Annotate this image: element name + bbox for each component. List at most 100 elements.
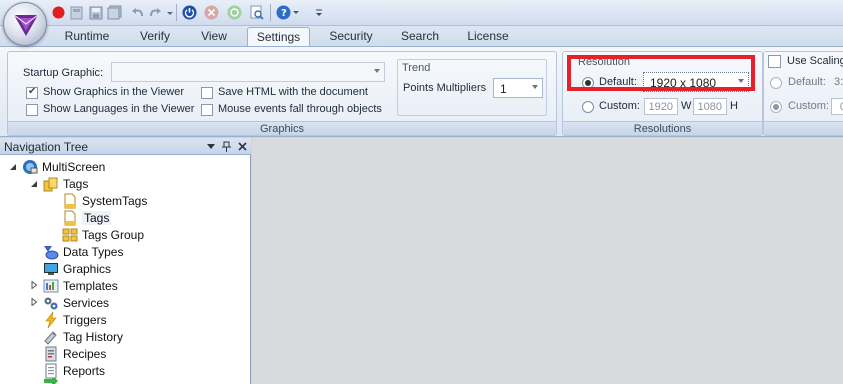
use-scaling-checkbox[interactable] — [768, 55, 781, 68]
tab-view[interactable]: View — [190, 27, 238, 47]
toolbar-separator — [270, 4, 271, 21]
custom-width-value: 1920 — [648, 101, 673, 113]
redo-icon[interactable] — [147, 5, 162, 20]
custom-height-value: 1080 — [697, 101, 722, 113]
customize-toolbar-icon[interactable] — [314, 5, 324, 20]
save-html-checkbox[interactable] — [201, 87, 213, 99]
width-unit-label: W — [681, 100, 692, 112]
collapse-icon[interactable] — [30, 180, 38, 188]
resolutions-group-caption: Resolutions — [563, 121, 762, 135]
new-document-icon[interactable] — [69, 5, 84, 20]
tree-item-label: Reports — [63, 363, 106, 378]
custom-resolution-label: Custom: — [599, 100, 640, 112]
custom-resolution-radio[interactable] — [582, 101, 594, 113]
toolbar-separator — [176, 4, 177, 21]
show-graphics-label: Show Graphics in the Viewer — [43, 86, 185, 98]
custom-width-input[interactable]: 1920 — [644, 98, 678, 115]
tree-item-tags-selected[interactable]: Tags — [62, 209, 112, 226]
tree-item-label: Tags — [82, 210, 112, 225]
reports-icon — [43, 363, 59, 379]
save-html-label: Save HTML with the document — [218, 86, 368, 98]
find-icon[interactable] — [249, 5, 264, 20]
tree-item-label: Tags — [63, 176, 89, 191]
expand-icon[interactable] — [30, 298, 38, 306]
power-icon[interactable] — [182, 5, 197, 20]
gears-icon — [43, 295, 59, 311]
points-multipliers-combo[interactable]: 1 — [493, 78, 543, 98]
collapse-icon[interactable] — [9, 163, 17, 171]
application-menu-button[interactable] — [3, 2, 47, 46]
save-all-icon[interactable] — [107, 5, 122, 20]
trend-title: Trend — [402, 62, 431, 74]
scaling-default-label: Default: — [788, 76, 826, 88]
tree-item-recipes[interactable]: Recipes — [43, 345, 106, 362]
tree-item-templates[interactable]: Templates — [43, 277, 118, 294]
panel-menu-icon[interactable] — [205, 140, 217, 152]
tab-verify[interactable]: Verify — [126, 27, 184, 47]
scaling-custom-radio[interactable] — [770, 101, 782, 113]
tab-runtime[interactable]: Runtime — [55, 27, 119, 47]
stop-icon[interactable] — [51, 5, 66, 20]
tree-item-label: MultiScreen — [42, 159, 106, 174]
tab-license[interactable]: License — [459, 27, 517, 47]
tree-item-label: Graphics — [63, 261, 112, 276]
tree-item-label: Tag History — [63, 329, 124, 344]
tree-item-triggers[interactable]: Triggers — [43, 311, 107, 328]
tree-item-tags-group[interactable]: Tags Group — [62, 226, 144, 243]
recipes-icon — [43, 346, 59, 362]
highlight-annotation — [567, 55, 755, 91]
tree-item-multiscreen[interactable]: MultiScreen — [22, 158, 105, 175]
scaling-group: Use Scaling Default: 3: Custom: 0 — [763, 51, 843, 136]
tree-item-label: Tags Group — [82, 227, 145, 242]
tags-group-icon — [62, 227, 78, 243]
use-scaling-label: Use Scaling — [787, 55, 843, 67]
scaling-default-radio[interactable] — [770, 77, 782, 89]
pin-icon[interactable] — [220, 140, 232, 152]
save-icon[interactable] — [88, 5, 103, 20]
tree-item-label: Triggers — [63, 312, 107, 327]
tags-folder-icon — [43, 176, 59, 192]
dropdown-icon[interactable] — [162, 5, 177, 20]
svg-text:?: ? — [281, 8, 287, 19]
scaling-custom-input[interactable]: 0 — [831, 98, 843, 115]
expand-icon[interactable] — [30, 281, 38, 289]
tree-item-graphics[interactable]: Graphics — [43, 260, 111, 277]
tab-settings[interactable]: Settings — [247, 27, 310, 47]
custom-height-input[interactable]: 1080 — [693, 98, 727, 115]
templates-icon — [43, 278, 59, 294]
navigation-tree-panel: Navigation Tree MultiScreen Tags SystemT… — [0, 138, 251, 384]
chevron-down-icon — [374, 69, 380, 73]
project-icon — [22, 159, 38, 175]
undo-icon[interactable] — [130, 5, 145, 20]
navigation-tree-header: Navigation Tree — [0, 138, 251, 155]
tree-item-reports[interactable]: Reports — [43, 362, 105, 379]
show-graphics-checkbox[interactable] — [26, 86, 38, 99]
chevron-down-icon — [532, 85, 538, 89]
points-multipliers-value: 1 — [500, 82, 507, 96]
show-languages-checkbox[interactable] — [26, 104, 38, 116]
tab-security[interactable]: Security — [320, 27, 382, 47]
play-icon[interactable] — [227, 5, 242, 20]
tree-item-label: Services — [63, 295, 110, 310]
tree-item-systemtags[interactable]: SystemTags — [62, 192, 147, 209]
document-icon — [62, 210, 78, 226]
document-workspace[interactable] — [252, 138, 843, 384]
graphics-group: Startup Graphic: Show Graphics in the Vi… — [7, 51, 557, 136]
help-icon[interactable]: ? — [276, 5, 302, 20]
scaling-group-caption — [764, 121, 843, 135]
close-icon[interactable] — [236, 140, 248, 152]
document-icon — [62, 193, 78, 209]
startup-graphic-label: Startup Graphic: — [23, 67, 104, 79]
startup-graphic-combo[interactable] — [111, 62, 385, 82]
scaling-custom-label: Custom: — [788, 100, 829, 112]
cancel-icon[interactable] — [204, 5, 219, 20]
navigation-tree-title: Navigation Tree — [4, 140, 89, 154]
tree-item-label: Recipes — [63, 346, 107, 361]
tab-search[interactable]: Search — [393, 27, 447, 47]
tree-item-data-types[interactable]: Data Types — [43, 243, 123, 260]
tree-item-tag-history[interactable]: Tag History — [43, 328, 123, 345]
tree-item-tags[interactable]: Tags — [43, 175, 88, 192]
graphics-group-caption: Graphics — [8, 121, 556, 135]
mouse-events-checkbox[interactable] — [201, 104, 213, 116]
tree-item-services[interactable]: Services — [43, 294, 109, 311]
